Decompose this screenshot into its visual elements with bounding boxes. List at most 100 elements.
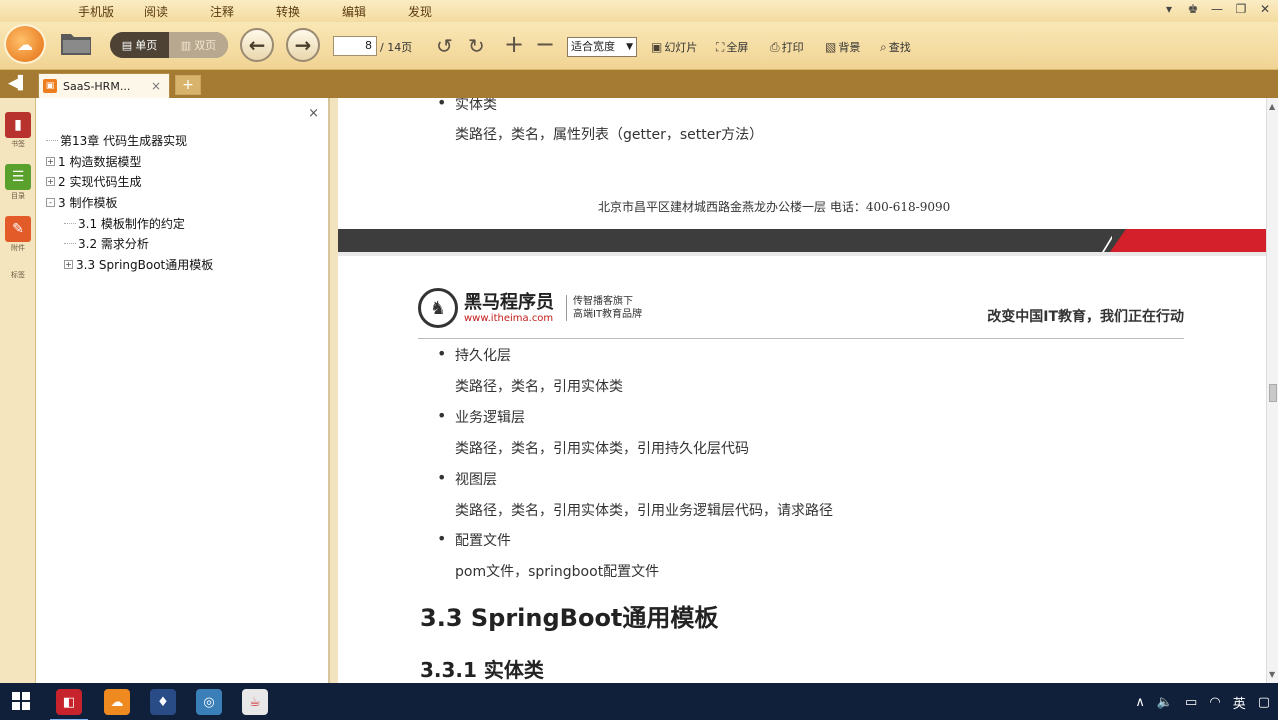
- page-number-input[interactable]: 8: [333, 36, 377, 56]
- menu-annotate[interactable]: 注释: [210, 3, 276, 20]
- page-footer-accent: [1110, 229, 1266, 252]
- outline-item-label: 3.2 需求分析: [78, 237, 149, 252]
- list-item-desc: 类路径，类名，属性列表（getter，setter方法）: [455, 127, 764, 143]
- minimize-icon[interactable]: —: [1210, 2, 1224, 16]
- zoom-select[interactable]: 适合宽度 ▼: [567, 37, 637, 57]
- printer-icon: ⎙: [770, 39, 780, 54]
- rail-tags[interactable]: 标签: [4, 270, 32, 280]
- brand-url: www.itheima.com: [464, 312, 554, 324]
- plus-icon: +: [182, 77, 194, 93]
- collapse-icon[interactable]: -: [46, 197, 55, 207]
- list-item-desc: 类路径，类名，引用实体类，引用业务逻辑层代码，请求路径: [455, 503, 833, 519]
- outline-item[interactable]: +2 实现代码生成: [46, 171, 213, 192]
- app-logo-icon[interactable]: ☁: [4, 24, 46, 64]
- outline-item[interactable]: -3 制作模板: [46, 192, 213, 213]
- outline-item[interactable]: +3.3 SpringBoot通用模板: [46, 254, 213, 275]
- attachment-icon: ✎: [5, 216, 31, 242]
- battery-icon[interactable]: ▭: [1185, 695, 1197, 710]
- rail-bookmarks[interactable]: ▮ 书签: [4, 112, 32, 149]
- rotate-left-icon[interactable]: ↺: [436, 34, 453, 58]
- ime-indicator[interactable]: 英: [1233, 693, 1246, 712]
- search-icon: ⌕: [880, 39, 887, 54]
- close-icon[interactable]: ×: [308, 106, 319, 121]
- chevron-up-icon[interactable]: ∧: [1135, 695, 1145, 710]
- list-item-desc: pom文件，springboot配置文件: [455, 564, 660, 580]
- previous-page-button[interactable]: ←: [240, 28, 274, 62]
- page-total: / 14页: [380, 41, 413, 54]
- tab-close-icon[interactable]: ×: [151, 79, 161, 93]
- brand-slogan-2: 高端IT教育品牌: [573, 309, 643, 320]
- outline-item[interactable]: 3.1 模板制作的约定: [46, 213, 213, 234]
- expand-icon[interactable]: +: [64, 259, 73, 269]
- window-controls: ▾ ♚ — ❐ ✕: [1162, 2, 1272, 16]
- background-icon: ▧: [825, 40, 837, 54]
- panel-splitter[interactable]: [330, 98, 338, 683]
- list-item: 视图层: [437, 468, 497, 489]
- single-page-button[interactable]: ▤ 单页: [110, 32, 169, 58]
- scroll-thumb[interactable]: [1269, 384, 1277, 402]
- next-page-button[interactable]: →: [286, 28, 320, 62]
- document-view[interactable]: 实体类 类路径，类名，属性列表（getter，setter方法） 北京市昌平区建…: [338, 98, 1266, 683]
- two-page-icon: ▥: [180, 38, 192, 52]
- double-page-button[interactable]: ▥ 双页: [169, 32, 228, 58]
- dropdown-icon[interactable]: ▾: [1162, 2, 1176, 16]
- list-item-desc: 类路径，类名，引用实体类: [455, 379, 623, 395]
- rail-contents[interactable]: ☰ 目录: [4, 164, 32, 201]
- scroll-down-icon[interactable]: ▼: [1269, 670, 1275, 679]
- page-gap: [338, 252, 1266, 256]
- print-button[interactable]: ⎙ 打印: [770, 39, 804, 55]
- menu-edit[interactable]: 编辑: [342, 3, 408, 20]
- outline-item-label: 1 构造数据模型: [58, 154, 142, 169]
- document-tab[interactable]: ▣ SaaS-HRM... ×: [38, 73, 170, 98]
- taskbar-app-reader[interactable]: ☁: [104, 689, 130, 715]
- skin-icon[interactable]: ♚: [1186, 2, 1200, 16]
- brand-name: 黑马程序员: [464, 291, 554, 313]
- tree-connector: [64, 222, 76, 224]
- volume-icon[interactable]: 🔈: [1157, 695, 1173, 710]
- expand-icon[interactable]: +: [46, 177, 55, 187]
- taskbar-app-ide[interactable]: ◧: [50, 689, 88, 720]
- zoom-out-icon[interactable]: −: [535, 30, 555, 58]
- outline-item-label: 3 制作模板: [58, 195, 118, 210]
- fullscreen-button[interactable]: ⛶ 全屏: [716, 39, 748, 55]
- menu-convert[interactable]: 转换: [276, 3, 342, 20]
- outline-item[interactable]: +1 构造数据模型: [46, 151, 213, 172]
- outline-item[interactable]: 3.2 需求分析: [46, 233, 213, 254]
- slideshow-button[interactable]: ▣ 幻灯片: [651, 39, 697, 55]
- list-item: 配置文件: [437, 529, 511, 550]
- list-item: 业务逻辑层: [437, 406, 525, 427]
- menu-mobile[interactable]: 手机版: [78, 3, 144, 20]
- notification-icon[interactable]: ▢: [1258, 695, 1270, 710]
- outline-item-label: 第13章 代码生成器实现: [60, 133, 188, 148]
- taskbar-app-browser[interactable]: ◎: [196, 689, 222, 715]
- tree-connector: [46, 139, 58, 141]
- page-footer-address: 北京市昌平区建材城西路金燕龙办公楼一层 电话：400-618-9090: [598, 200, 951, 214]
- new-tab-button[interactable]: +: [175, 75, 201, 95]
- zoom-in-icon[interactable]: +: [504, 30, 524, 58]
- vertical-scrollbar[interactable]: ▲ ▼: [1266, 98, 1278, 683]
- arrow-left-icon: ←: [248, 33, 266, 57]
- taskbar-app-java[interactable]: ☕: [242, 689, 268, 715]
- close-icon[interactable]: ✕: [1258, 2, 1272, 16]
- sidebar-toggle-icon[interactable]: ◀▌: [8, 76, 28, 91]
- rail-attachments[interactable]: ✎ 附件: [4, 216, 32, 253]
- pdf-file-icon: ▣: [43, 79, 57, 93]
- outline-panel: × 第13章 代码生成器实现 +1 构造数据模型 +2 实现代码生成 -3 制作模板 3…: [38, 98, 330, 683]
- find-button[interactable]: ⌕ 查找: [880, 39, 911, 55]
- outline-item[interactable]: 第13章 代码生成器实现: [46, 130, 213, 151]
- windows-start-icon[interactable]: [12, 692, 30, 710]
- scroll-up-icon[interactable]: ▲: [1269, 102, 1275, 111]
- background-button[interactable]: ▧ 背景: [825, 39, 860, 55]
- maximize-icon[interactable]: ❐: [1234, 2, 1248, 16]
- brand-tagline: 改变中国IT教育，我们正在行动: [987, 309, 1184, 325]
- menu-items: 手机版 阅读 注释 转换 编辑 发现: [78, 3, 474, 20]
- menu-discover[interactable]: 发现: [408, 3, 474, 20]
- menu-read[interactable]: 阅读: [144, 3, 210, 20]
- page-icon: ▤: [121, 38, 133, 52]
- browser-icon: ◎: [203, 694, 215, 710]
- open-folder-icon[interactable]: [60, 30, 92, 56]
- expand-icon[interactable]: +: [46, 156, 55, 166]
- rotate-right-icon[interactable]: ↻: [468, 34, 485, 58]
- taskbar-app-tool[interactable]: ♦: [150, 689, 176, 715]
- network-icon[interactable]: ◠: [1209, 695, 1220, 710]
